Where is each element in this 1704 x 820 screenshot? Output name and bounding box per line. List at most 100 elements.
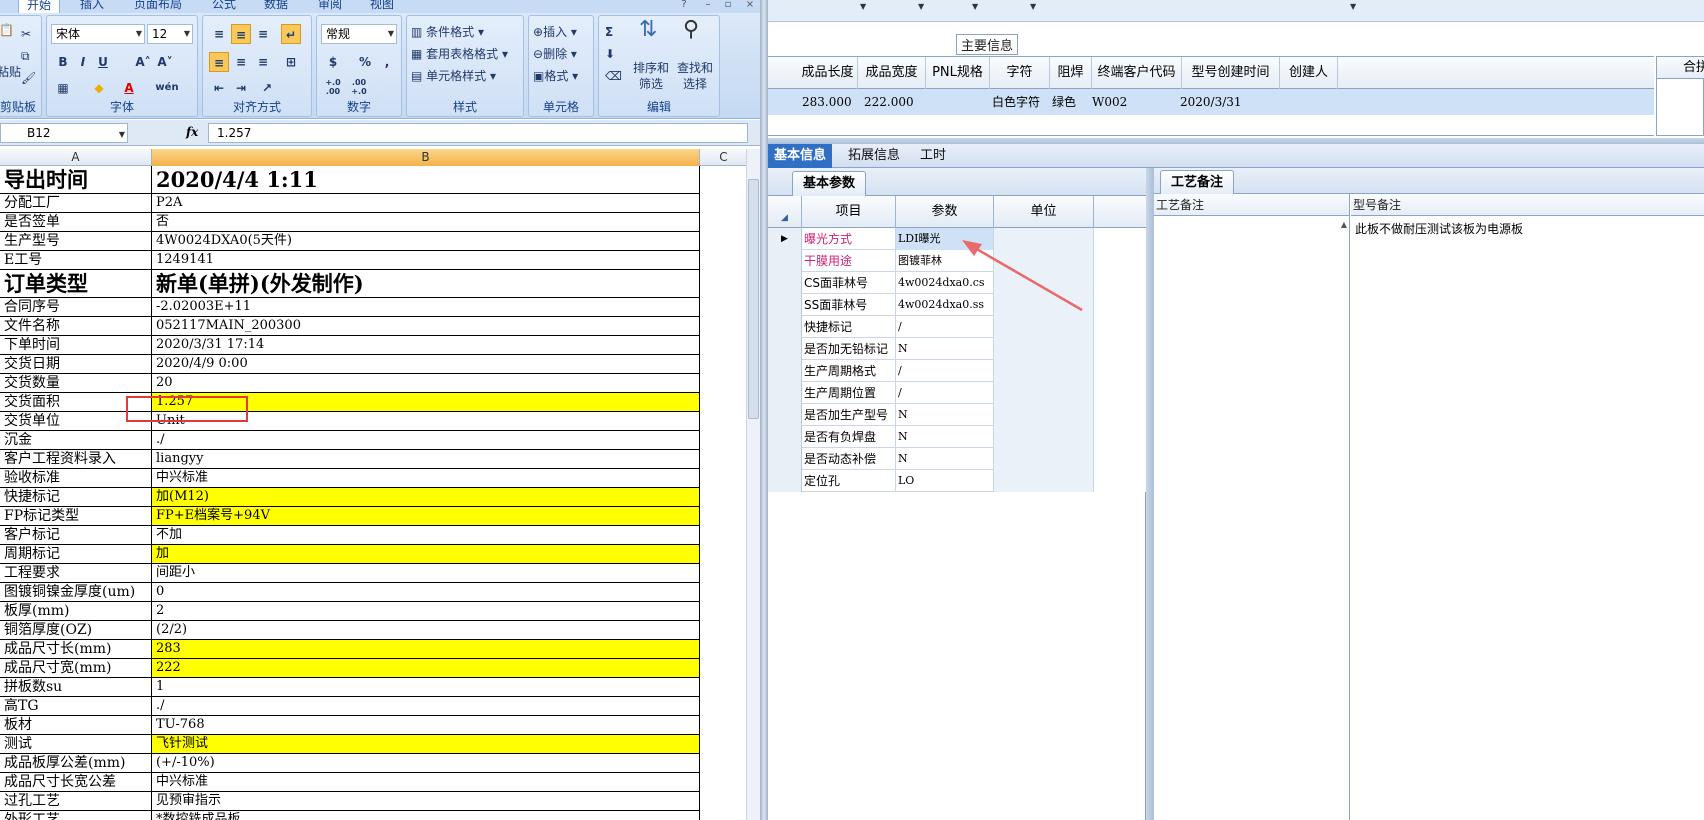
param-unit[interactable] — [994, 382, 1094, 404]
main-col-header[interactable]: 阻焊 — [1050, 57, 1092, 89]
param-row[interactable]: 是否加生产型号 N — [768, 404, 1146, 426]
cell-label[interactable]: 板材 — [0, 716, 152, 734]
cell-value[interactable]: liangyy — [152, 450, 700, 468]
phonetic-button[interactable]: wén — [151, 78, 183, 98]
align-top-icon[interactable]: ≡ — [209, 24, 229, 44]
cell-label[interactable]: 成品尺寸长(mm) — [0, 640, 152, 658]
param-value[interactable]: 4w0024dxa0.ss — [896, 294, 994, 316]
param-value[interactable]: / — [896, 360, 994, 382]
vertical-splitter[interactable] — [1146, 168, 1154, 820]
align-center-icon[interactable]: ≡ — [231, 52, 251, 72]
param-value[interactable]: N — [896, 426, 994, 448]
cell-label[interactable]: 铜箔厚度(OZ) — [0, 621, 152, 639]
cell-label[interactable]: 下单时间 — [0, 336, 152, 354]
chevron-down-icon[interactable]: ▼ — [1350, 2, 1356, 11]
cell-value[interactable]: 否 — [152, 213, 700, 231]
decrease-decimal-button[interactable]: .00 +.0 — [349, 78, 369, 98]
insert-cells-button[interactable]: ⊕插入 ▾ — [533, 24, 577, 40]
param-row[interactable]: 是否动态补偿 N — [768, 448, 1146, 470]
chevron-down-icon[interactable]: ▼ — [860, 2, 866, 11]
cut-icon[interactable]: ✂ — [21, 26, 31, 42]
help-icon[interactable]: ? — [676, 0, 692, 12]
cell-value[interactable]: 2020/4/9 0:00 — [152, 355, 700, 373]
font-color-icon[interactable]: A — [119, 78, 139, 98]
param-unit[interactable] — [994, 272, 1094, 294]
cell-value[interactable]: 见预审指示 — [152, 792, 700, 810]
align-left-icon[interactable]: ≡ — [209, 52, 229, 72]
format-cells-button[interactable]: ▣格式 ▾ — [533, 68, 578, 84]
fill-color-icon[interactable]: ◆ — [89, 78, 109, 98]
cell-value[interactable]: 20 — [152, 374, 700, 392]
name-box[interactable]: B12 ▼ — [0, 123, 128, 143]
main-cell-length[interactable]: 283.000 — [802, 89, 852, 115]
format-painter-icon[interactable]: 🖌 — [21, 70, 36, 86]
cell-value[interactable]: -2.02003E+11 — [152, 298, 700, 316]
formula-input[interactable]: 1.257 — [208, 123, 748, 143]
cell-value[interactable]: TU-768 — [152, 716, 700, 734]
ribbon-tab-data[interactable]: 数据 — [264, 0, 288, 13]
currency-button[interactable]: $ — [323, 52, 343, 72]
cell-value[interactable]: 283 — [152, 640, 700, 658]
cell-value[interactable]: 222 — [152, 659, 700, 677]
param-row[interactable]: 干膜用途 图镀菲林 — [768, 250, 1146, 272]
cell-label[interactable]: 成品板厚公差(mm) — [0, 754, 152, 772]
cell-label[interactable]: FP标记类型 — [0, 507, 152, 525]
main-col-header[interactable]: PNL规格 — [926, 57, 990, 89]
param-row[interactable]: 定位孔 LO — [768, 470, 1146, 492]
font-size-select[interactable]: 12 ▼ — [147, 24, 193, 44]
main-col-header[interactable]: 成品长度 — [798, 57, 858, 89]
cell-value[interactable]: 加(M12) — [152, 488, 700, 506]
cell-label[interactable]: 成品尺寸长宽公差 — [0, 773, 152, 791]
param-unit[interactable] — [994, 426, 1094, 448]
paste-icon[interactable]: 📋 — [0, 22, 14, 38]
cell-value[interactable]: 2020/4/4 1:11 — [152, 166, 700, 193]
tab-process-notes[interactable]: 工艺备注 — [1160, 170, 1235, 194]
scroll-thumb[interactable] — [748, 179, 759, 419]
cell-value[interactable]: 1249141 — [152, 251, 700, 269]
cell-label[interactable]: 外形工艺 — [0, 811, 152, 820]
tab-basic-info[interactable]: 基本信息 — [768, 144, 833, 168]
percent-button[interactable]: % — [355, 52, 375, 72]
scroll-up-icon[interactable]: ▲ — [1341, 220, 1347, 229]
cell-value[interactable]: 中兴标准 — [152, 773, 700, 791]
merge-center-icon[interactable]: ⊞ — [281, 52, 301, 72]
shrink-font-button[interactable]: A˅ — [155, 52, 175, 72]
worksheet-grid[interactable]: 导出时间 2020/4/4 1:11 分配工厂 P2A 是否签单否生产型号 4W0024D… — [0, 166, 748, 820]
chevron-down-icon[interactable]: ▼ — [972, 2, 978, 11]
main-col-header[interactable]: 字符 — [990, 57, 1050, 89]
param-unit[interactable] — [994, 250, 1094, 272]
param-col-value[interactable]: 参数 — [896, 196, 994, 228]
main-col-header[interactable]: 成品宽度 — [858, 57, 926, 89]
cell-value[interactable]: 2 — [152, 602, 700, 620]
ribbon-tab-page-layout[interactable]: 页面布局 — [134, 0, 182, 13]
main-cell-created[interactable]: 2020/3/31 — [1180, 89, 1242, 115]
param-value[interactable]: / — [896, 316, 994, 338]
wrap-text-icon[interactable]: ↵ — [281, 24, 301, 44]
cell-value[interactable]: 4W0024DXA0(5天件) — [152, 232, 700, 250]
copy-icon[interactable]: ⧉ — [21, 48, 30, 64]
cell-value[interactable]: 0 — [152, 583, 700, 601]
param-row[interactable]: 是否有负焊盘 N — [768, 426, 1146, 448]
clear-icon[interactable]: ⌫ — [605, 68, 622, 84]
cell-label[interactable]: 过孔工艺 — [0, 792, 152, 810]
sort-filter-button[interactable]: 排序和 筛选 — [631, 60, 671, 92]
underline-button[interactable]: U — [93, 52, 113, 72]
param-unit[interactable] — [994, 338, 1094, 360]
find-select-button[interactable]: 查找和 选择 — [675, 60, 715, 92]
tab-work-hours[interactable]: 工时 — [914, 144, 952, 168]
tab-extended-info[interactable]: 拓展信息 — [842, 144, 906, 168]
main-col-header[interactable]: 型号创建时间 — [1182, 57, 1280, 89]
bold-button[interactable]: B — [53, 52, 73, 72]
cell-value[interactable]: ./ — [152, 431, 700, 449]
cell-value[interactable]: 1 — [152, 678, 700, 696]
number-format-select[interactable]: 常规 ▼ — [321, 24, 397, 44]
cell-value[interactable]: 2020/3/31 17:14 — [152, 336, 700, 354]
cell-label[interactable]: 订单类型 — [0, 270, 152, 297]
cell-label[interactable]: 板厚(mm) — [0, 602, 152, 620]
param-row[interactable]: 快捷标记 / — [768, 316, 1146, 338]
cell-label[interactable]: 交货数量 — [0, 374, 152, 392]
orientation-icon[interactable]: ↗ — [257, 78, 277, 98]
chevron-down-icon[interactable]: ▼ — [1030, 2, 1036, 11]
cell-label[interactable]: 拼板数su — [0, 678, 152, 696]
cell-value[interactable]: 新单(单拼)(外发制作) — [152, 270, 700, 297]
